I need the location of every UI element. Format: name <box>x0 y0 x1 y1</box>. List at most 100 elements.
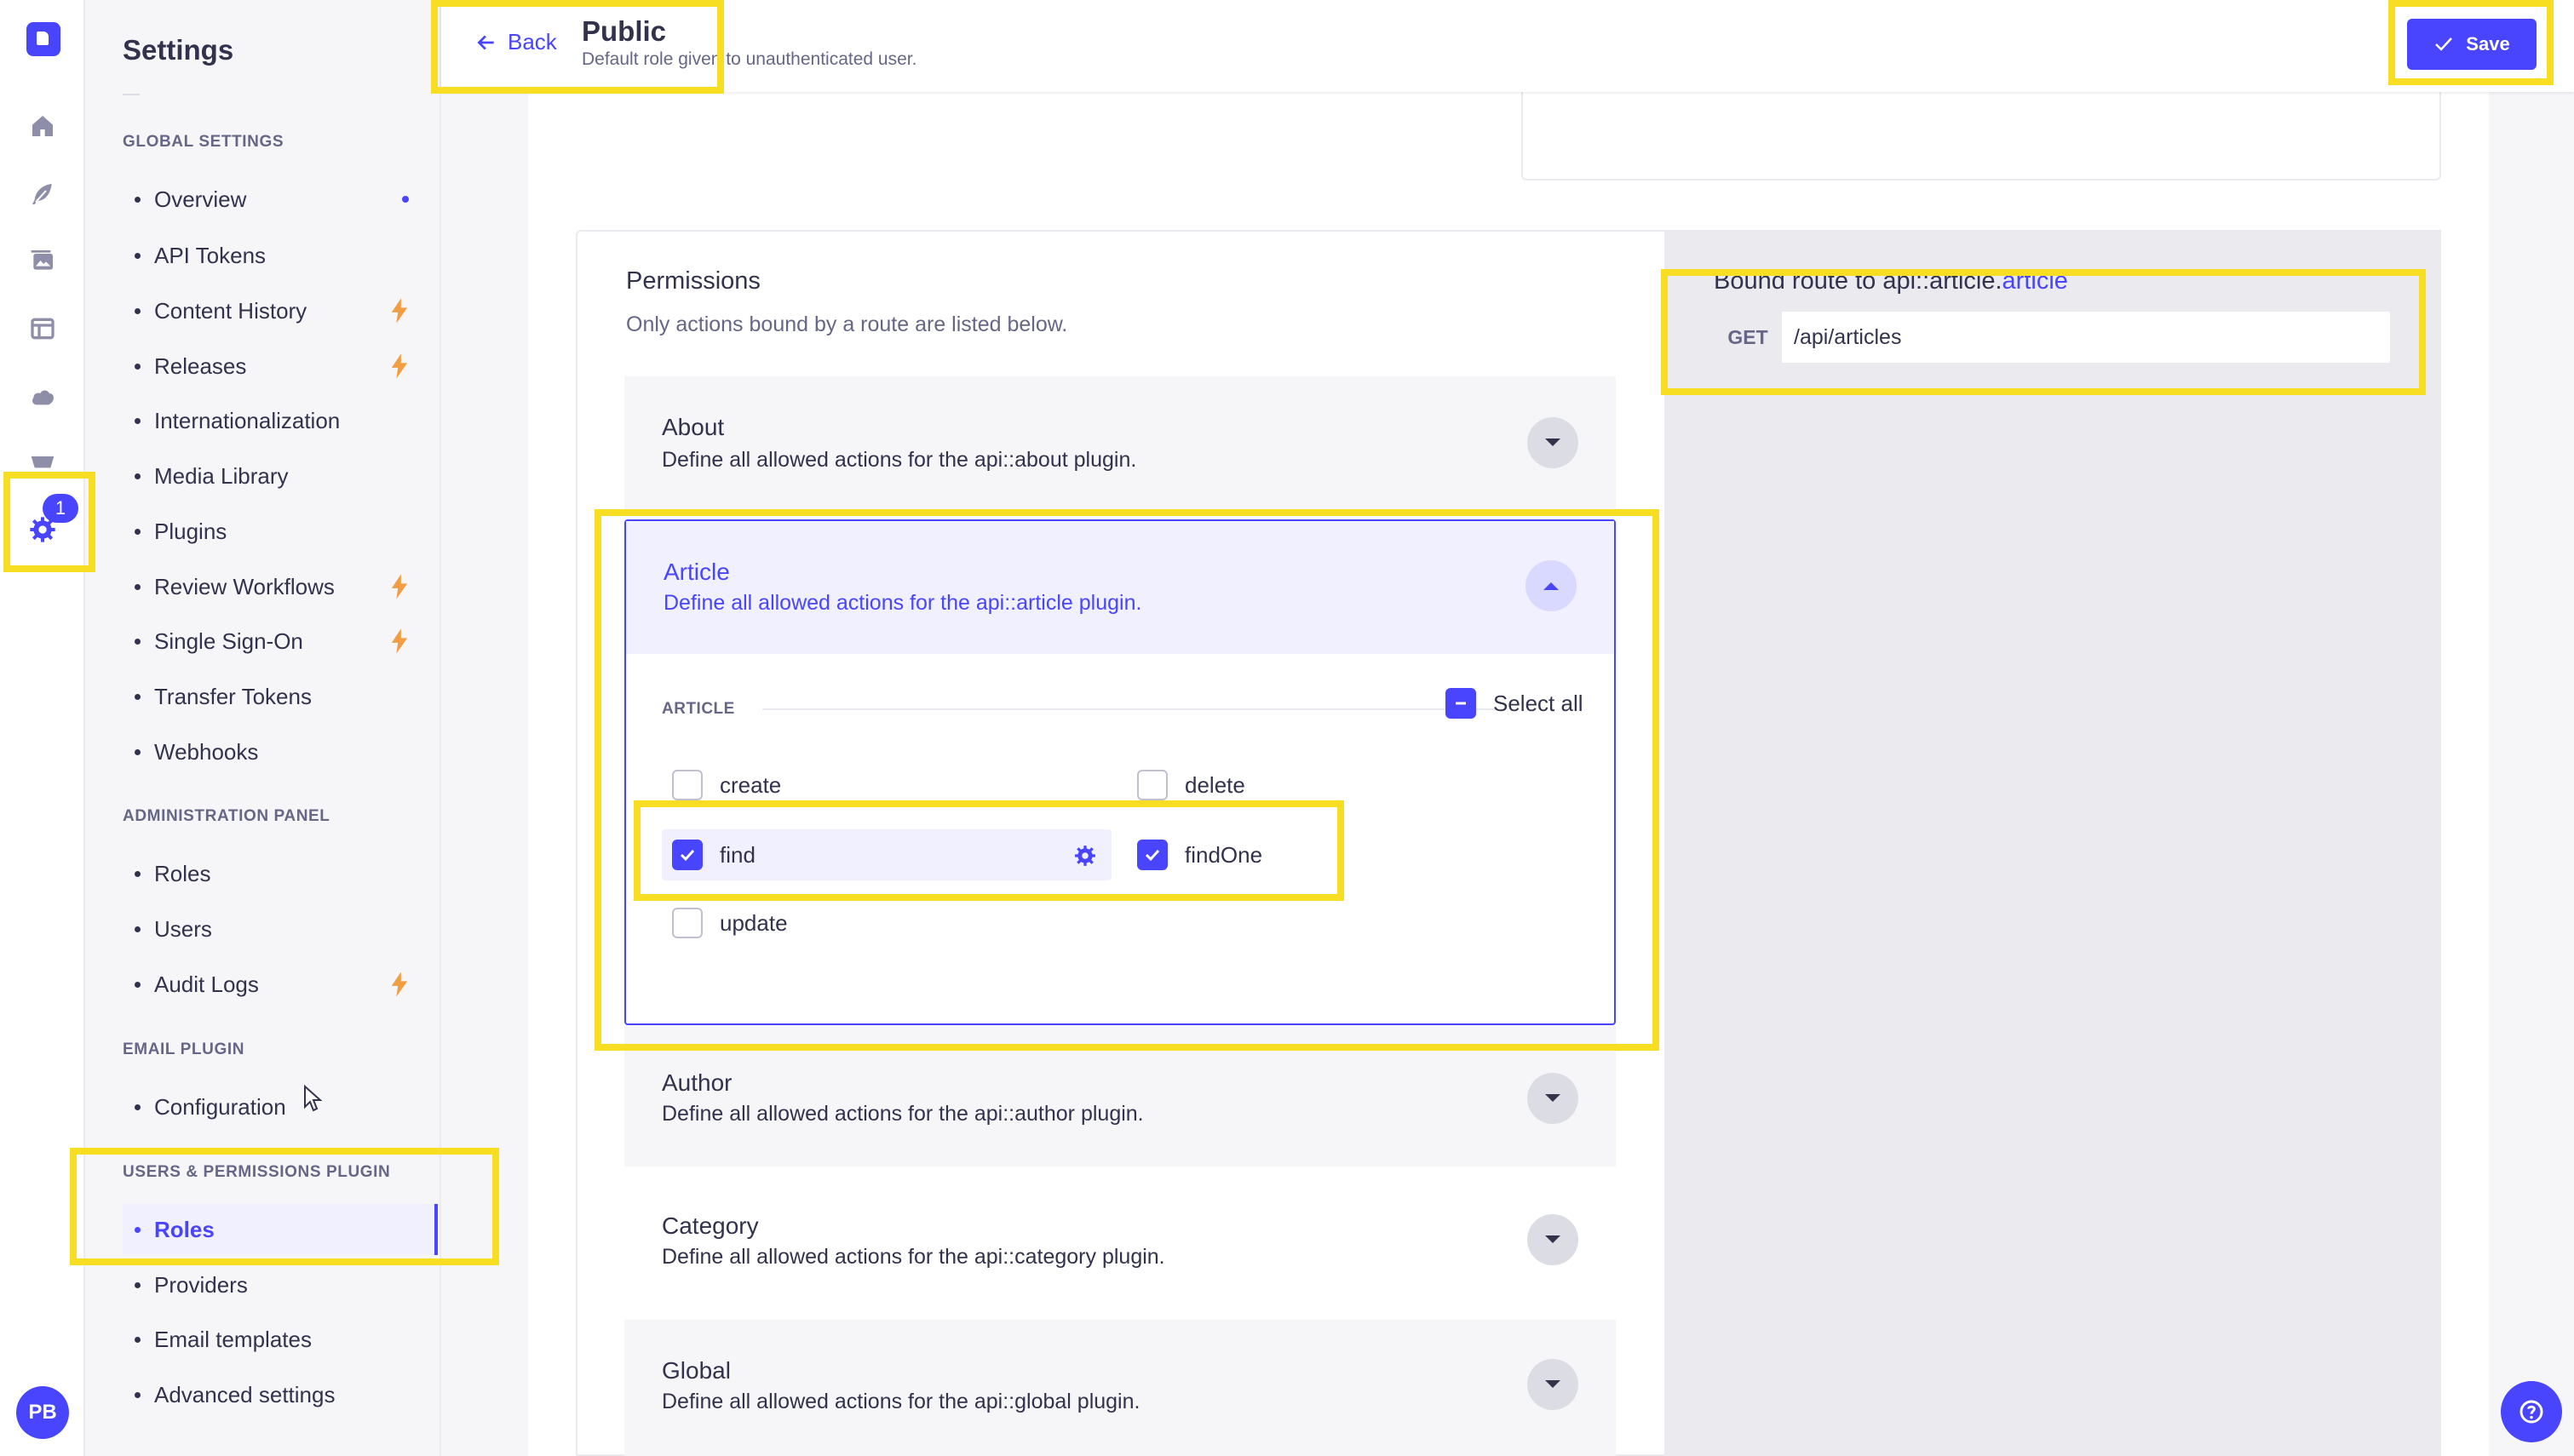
strapi-logo-icon[interactable] <box>26 22 60 56</box>
nav-item-advanced-settings[interactable]: Advanced settings <box>123 1369 438 1420</box>
role-details-box <box>1521 92 2441 181</box>
nav-item-label: Internationalization <box>154 407 341 433</box>
nav-item-up-roles[interactable]: Roles <box>123 1204 438 1255</box>
nav-item-email-templates[interactable]: Email templates <box>123 1314 438 1365</box>
permission-update[interactable]: update <box>672 897 788 949</box>
bound-route-highlight: article <box>2002 267 2068 295</box>
lightning-icon <box>391 353 408 379</box>
chevron-down-icon[interactable] <box>1527 417 1578 468</box>
permission-findone[interactable]: findOne <box>1137 829 1262 880</box>
nav-item-admin-roles[interactable]: Roles <box>123 848 438 899</box>
nav-item-content-history[interactable]: Content History <box>123 285 438 336</box>
accordion-article-header[interactable] <box>626 521 1614 654</box>
permission-find[interactable]: find <box>662 829 1112 880</box>
main-nav-rail: 1 PB <box>0 0 85 1456</box>
nav-item-label: Email templates <box>154 1326 312 1352</box>
nav-item-overview[interactable]: Overview <box>123 174 438 225</box>
nav-item-plugins[interactable]: Plugins <box>123 506 438 557</box>
bound-route-heading: Bound route to api::article.article <box>1714 267 2068 295</box>
page-header: Back Public Default role given to unauth… <box>441 0 2574 92</box>
section-title-administration-panel: ADMINISTRATION PANEL <box>123 807 330 825</box>
checkbox-checked-icon[interactable] <box>672 840 703 870</box>
checkbox-icon[interactable] <box>672 770 703 800</box>
chevron-down-icon[interactable] <box>1527 1073 1578 1124</box>
media-icon[interactable] <box>24 242 61 279</box>
bullet <box>135 1281 141 1288</box>
bullet <box>135 1103 141 1110</box>
accordion-title: Author <box>662 1069 733 1096</box>
nav-item-transfer-tokens[interactable]: Transfer Tokens <box>123 671 438 722</box>
accordion-description: Define all allowed actions for the api::… <box>662 1102 1144 1126</box>
nav-item-configuration[interactable]: Configuration <box>123 1081 438 1132</box>
accordion-description: Define all allowed actions for the api::… <box>662 1390 1140 1413</box>
settings-sub-nav: Settings GLOBAL SETTINGS Overview API To… <box>85 0 441 1456</box>
nav-item-providers[interactable]: Providers <box>123 1259 438 1310</box>
select-all-label: Select all <box>1493 690 1583 716</box>
checkbox-checked-icon[interactable] <box>1137 840 1168 870</box>
nav-item-label: Plugins <box>154 518 227 544</box>
nav-item-label: Transfer Tokens <box>154 683 312 709</box>
bound-route-panel <box>1664 230 2441 1456</box>
bound-route-prefix: Bound route to api::article. <box>1714 267 2002 295</box>
permission-delete[interactable]: delete <box>1137 760 1245 811</box>
accordion-author[interactable]: Author Define all allowed actions for th… <box>624 1025 1616 1167</box>
nav-item-single-sign-on[interactable]: Single Sign-On <box>123 616 438 667</box>
save-label: Save <box>2466 33 2510 54</box>
nav-item-webhooks[interactable]: Webhooks <box>123 726 438 777</box>
accordion-about[interactable]: About Define all allowed actions for the… <box>624 376 1616 509</box>
nav-item-label: API Tokens <box>154 242 267 268</box>
nav-item-label: Content History <box>154 297 307 324</box>
home-icon[interactable] <box>24 107 61 145</box>
bullet <box>135 528 141 535</box>
nav-item-label: Roles <box>154 860 211 886</box>
arrow-left-icon <box>477 34 494 50</box>
permission-label: find <box>720 841 756 868</box>
bullet <box>135 748 141 755</box>
back-label: Back <box>508 29 557 54</box>
nav-item-users[interactable]: Users <box>123 903 438 954</box>
help-icon <box>2519 1400 2543 1424</box>
accordion-title: Article <box>664 559 730 585</box>
chevron-down-icon[interactable] <box>1527 1359 1578 1410</box>
lightning-icon <box>391 972 408 997</box>
back-link[interactable]: Back <box>475 29 557 55</box>
indeterminate-checkbox-icon <box>1445 688 1476 719</box>
action-group-label: ARTICLE <box>662 700 735 718</box>
help-button[interactable] <box>2501 1381 2562 1442</box>
save-button[interactable]: Save <box>2407 19 2537 70</box>
accordion-title: Category <box>662 1212 759 1239</box>
select-all-checkbox[interactable]: Select all <box>1445 688 1583 719</box>
chevron-down-icon[interactable] <box>1527 1214 1578 1265</box>
accordion-article: Article Define all allowed actions for t… <box>624 519 1616 1025</box>
nav-item-label: Advanced settings <box>154 1381 336 1407</box>
nav-item-audit-logs[interactable]: Audit Logs <box>123 959 438 1010</box>
bullet <box>135 583 141 590</box>
nav-item-review-workflows[interactable]: Review Workflows <box>123 561 438 612</box>
chevron-up-icon[interactable] <box>1525 560 1577 611</box>
section-title-global-settings: GLOBAL SETTINGS <box>123 133 284 151</box>
accordion-title: Global <box>662 1357 731 1384</box>
cog-icon[interactable] <box>1074 845 1096 867</box>
bullet <box>135 981 141 988</box>
accordion-global[interactable]: Global Define all allowed actions for th… <box>624 1320 1616 1456</box>
nav-item-api-tokens[interactable]: API Tokens <box>123 230 438 281</box>
nav-item-label: Media Library <box>154 462 289 489</box>
nav-item-media-library[interactable]: Media Library <box>123 450 438 502</box>
layout-icon[interactable] <box>24 310 61 347</box>
bullet <box>135 870 141 877</box>
permission-label: create <box>720 771 782 798</box>
user-avatar[interactable]: PB <box>16 1386 69 1439</box>
checkbox-icon[interactable] <box>1137 770 1168 800</box>
checkbox-icon[interactable] <box>672 908 703 938</box>
cart-icon[interactable] <box>24 444 61 482</box>
nav-item-label: Review Workflows <box>154 573 335 599</box>
accordion-category[interactable]: Category Define all allowed actions for … <box>624 1175 1616 1308</box>
route-path: /api/articles <box>1794 324 1902 349</box>
cloud-icon[interactable] <box>24 378 61 416</box>
group-divider <box>762 708 1495 710</box>
nav-item-releases[interactable]: Releases <box>123 341 438 392</box>
feather-icon[interactable] <box>24 175 61 213</box>
nav-item-internationalization[interactable]: Internationalization <box>123 395 438 446</box>
permission-create[interactable]: create <box>672 760 781 811</box>
mouse-cursor-icon <box>304 1085 322 1112</box>
